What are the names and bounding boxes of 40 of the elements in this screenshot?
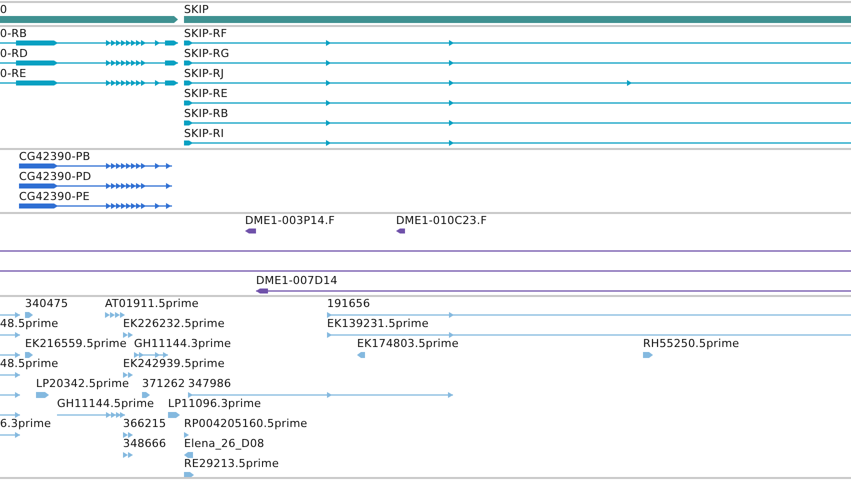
feature-label: EK139231.5prime [327,317,429,330]
feature-label: EK216559.5prime [25,337,127,350]
feature-label: GH11144.3prime [134,337,232,350]
feature-label: RP004205160.5prime [184,417,308,430]
feature-label: DME1-007D14 [256,274,338,287]
feature-label: RE29213.5prime [184,457,279,470]
feature-label: 48.5prime [0,357,58,370]
feature-label: SKIP-RI [184,127,224,140]
feature-label: EK226232.5prime [123,317,225,330]
feature-label: CG42390-PB [19,150,90,163]
feature-label: GH11144.5prime [57,397,154,410]
feature-label: 340475 [25,297,68,310]
feature-label: EK242939.5prime [123,357,225,370]
feature-label: SKIP-RF [184,27,228,40]
feature-label: 48.5prime [0,317,58,330]
feature-label: 0 [0,3,8,16]
feature-label: 6.3prime [0,417,52,430]
feature-label: SKIP-RJ [184,67,224,80]
feature-label: 348666 [123,437,166,450]
feature-label: 366215 [123,417,166,430]
feature-label: LP20342.5prime [36,377,130,390]
feature-label: SKIP [184,3,209,16]
feature-label: 371262 [142,377,186,390]
feature-label: SKIP-RB [184,107,228,120]
feature-label: 0-RE [0,67,26,80]
feature-label: 0-RD [0,47,28,60]
feature-label: 191656 [327,297,370,310]
feature-label: SKIP-RG [184,47,230,60]
feature-label: DME1-010C23.F [396,214,487,227]
feature-label: CG42390-PE [19,190,90,203]
feature-label: LP11096.3prime [168,397,262,410]
feature-label: 347986 [188,377,232,390]
feature-label: CG42390-PD [19,170,92,183]
feature-label: AT01911.5prime [105,297,199,310]
feature-label: DME1-003P14.F [245,214,335,227]
feature-label: EK174803.5prime [357,337,459,350]
feature-label: SKIP-RE [184,87,228,100]
feature-label: RH55250.5prime [643,337,740,350]
feature-label: 0-RB [0,27,27,40]
feature-label: Elena_26_D08 [184,437,264,450]
